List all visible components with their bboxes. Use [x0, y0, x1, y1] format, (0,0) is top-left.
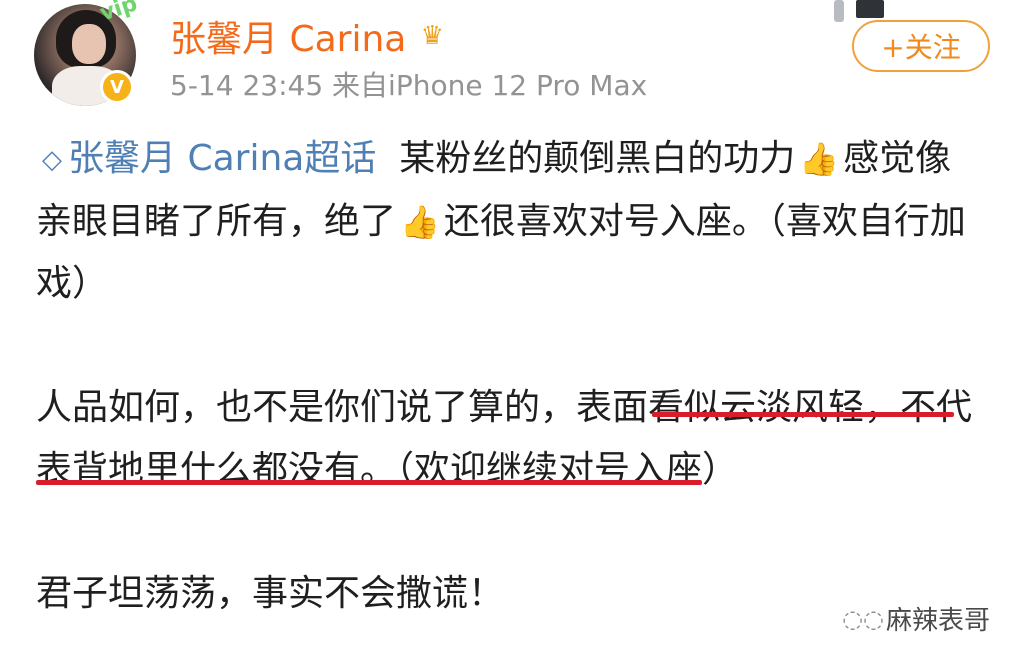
wechat-icon: ◌◌: [842, 604, 884, 633]
username-text[interactable]: 张馨月 Carina: [170, 10, 406, 62]
watermark-text: 麻辣表哥: [886, 606, 991, 636]
red-underline-1: [652, 412, 954, 417]
username[interactable]: 张馨月 Carina ♛: [170, 10, 450, 62]
diamond-icon: ◇: [42, 145, 62, 175]
post-meta: 5-14 23:45 来自iPhone 12 Pro Max: [170, 69, 648, 102]
post-content: ◇ 张馨月 Carina超话 某粉丝的颠倒黑白的功力 👍 感觉像亲眼目睹了所有，绝了 👍…: [36, 128, 986, 625]
watermark: ◌◌ 麻辣表哥: [842, 600, 991, 637]
paragraph-1-text-a: 某粉丝的颠倒黑白的功力: [399, 138, 796, 179]
red-underline-2: [36, 480, 702, 485]
topic-label[interactable]: 张馨月 Carina超话: [68, 138, 376, 179]
paragraph-1: ◇ 张馨月 Carina超话 某粉丝的颠倒黑白的功力 👍 感觉像亲眼目睹了所有，绝了 👍…: [36, 128, 986, 315]
thumbs-up-icon: 👍: [400, 203, 440, 241]
avatar-face: [72, 24, 106, 64]
topic-link[interactable]: ◇ 张馨月 Carina超话: [36, 138, 376, 179]
thumbs-up-icon: 👍: [799, 140, 840, 178]
verified-v-icon: V: [100, 70, 134, 104]
box-decoration: [856, 0, 884, 18]
follow-button[interactable]: +关注: [852, 20, 990, 72]
crown-icon: ♛: [420, 21, 444, 51]
paragraph-2-text-a: 人品如何，也不是你们说了算的，: [36, 387, 577, 428]
figure-decoration: [834, 0, 844, 22]
decorative-top-image: [820, 0, 910, 22]
